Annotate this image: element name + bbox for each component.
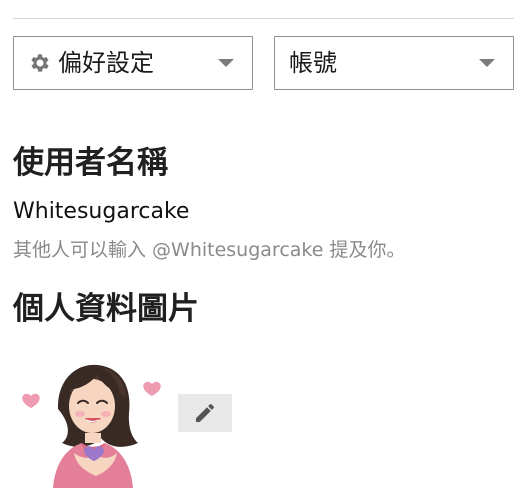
edit-avatar-button[interactable] [178,394,232,432]
avatar [22,364,161,488]
caret-down-icon [479,59,495,67]
heart-icon [22,393,40,408]
cut-off-text-fragment: ˇ ˇ ˇ ˇ [22,0,282,2]
gear-icon [31,54,49,72]
mention-hint: 其他人可以輸入 @Whitesugarcake 提及你。 [13,239,406,261]
username-value: Whitesugarcake [13,199,190,224]
account-label: 帳號 [289,49,337,77]
profile-picture-section-title: 個人資料圖片 [13,291,199,327]
top-divider [13,18,514,19]
heart-icon [143,381,161,396]
preferences-dropdown[interactable]: 偏好設定 [13,36,253,90]
profile-settings-page: ˇ ˇ ˇ ˇ 偏好設定 帳號 使用者名稱 Whitesugarcake 其他人… [0,0,526,500]
username-section-title: 使用者名稱 [13,145,168,181]
account-dropdown[interactable]: 帳號 [274,36,514,90]
pencil-icon [196,404,214,422]
caret-down-icon [218,59,234,67]
preferences-label: 偏好設定 [58,49,154,77]
